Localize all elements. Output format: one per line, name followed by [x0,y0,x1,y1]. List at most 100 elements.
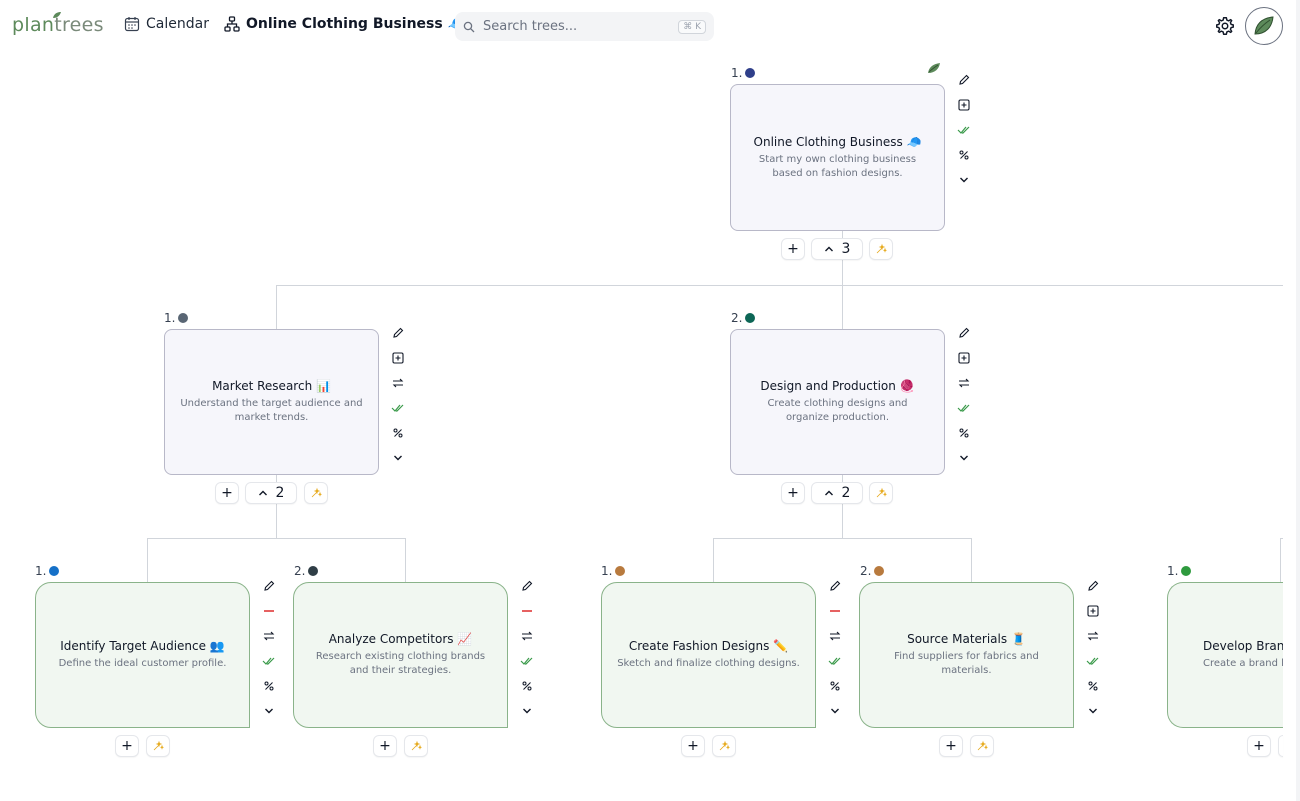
swap-icon[interactable] [957,376,971,390]
add-child-button[interactable]: + [373,735,397,757]
node-color-dot[interactable] [745,313,756,323]
swap-icon[interactable] [1086,629,1100,643]
pencil-icon[interactable] [391,326,405,340]
plus-square-icon[interactable] [1086,604,1100,618]
node-color-dot[interactable] [308,566,319,576]
add-child-button[interactable]: + [1247,735,1271,757]
swap-icon[interactable] [391,376,405,390]
add-child-button[interactable]: + [215,482,239,504]
collapse-children-button[interactable]: 2 [811,482,863,504]
child-count: 3 [841,241,851,257]
double-check-icon[interactable] [957,401,971,415]
node-toolbar-source-materials [1086,579,1100,718]
double-check-icon[interactable] [391,401,405,415]
percent-icon[interactable] [520,679,534,693]
node-toolbar-market-research [391,326,405,465]
add-child-button[interactable]: + [781,238,805,260]
chevron-down-icon[interactable] [262,704,276,718]
vertical-scrollbar[interactable] [1296,0,1300,801]
double-check-icon[interactable] [520,654,534,668]
node-toolbar-design-production [957,326,971,465]
node-card-root[interactable]: Online Clothing Business 🧢 Start my own … [730,84,945,231]
double-check-icon[interactable] [957,123,971,137]
plus-square-icon[interactable] [957,98,971,112]
pencil-icon[interactable] [1086,579,1100,593]
connector-to-fashion-designs [713,538,714,583]
node-color-dot[interactable] [49,566,60,576]
minus-icon[interactable] [262,604,276,618]
add-child-button[interactable]: + [115,735,139,757]
node-color-dot[interactable] [178,313,189,323]
collapse-children-button[interactable]: 2 [245,482,297,504]
collapse-children-button[interactable]: 3 [811,238,863,260]
double-check-icon[interactable] [262,654,276,668]
pencil-icon[interactable] [262,579,276,593]
chevron-down-icon[interactable] [957,451,971,465]
percent-icon[interactable] [391,426,405,440]
chevron-down-icon[interactable] [828,704,842,718]
double-check-icon[interactable] [828,654,842,668]
ai-suggest-button[interactable] [1278,735,1283,757]
add-child-button[interactable]: + [681,735,705,757]
percent-icon[interactable] [1086,679,1100,693]
ai-suggest-button[interactable] [146,735,170,757]
chevron-down-icon[interactable] [520,704,534,718]
leaf-icon [928,63,940,73]
pencil-icon[interactable] [957,73,971,87]
tree-selector[interactable]: Online Clothing Business 🧢 [224,16,483,32]
node-color-dot[interactable] [615,566,626,576]
ai-suggest-button[interactable] [869,482,893,504]
percent-icon[interactable] [828,679,842,693]
ai-suggest-button[interactable] [970,735,994,757]
percent-icon[interactable] [262,679,276,693]
double-check-icon[interactable] [1086,654,1100,668]
node-card-target-audience[interactable]: Identify Target Audience 👥 Define the id… [35,582,250,728]
plus-square-icon[interactable] [957,351,971,365]
minus-icon[interactable] [520,604,534,618]
settings-button[interactable] [1214,15,1236,37]
percent-icon[interactable] [957,426,971,440]
pencil-icon[interactable] [520,579,534,593]
sparkle-icon [719,740,730,751]
node-card-source-materials[interactable]: Source Materials 🧵 Find suppliers for fa… [859,582,1074,728]
pencil-icon[interactable] [957,326,971,340]
swap-icon[interactable] [828,629,842,643]
chevron-down-icon[interactable] [1086,704,1100,718]
sparkle-icon [311,487,322,498]
sparkle-icon [411,740,422,751]
add-child-button[interactable]: + [939,735,963,757]
search-input[interactable] [483,19,673,34]
chevron-down-icon[interactable] [957,173,971,187]
swap-icon[interactable] [520,629,534,643]
node-card-fashion-designs[interactable]: Create Fashion Designs ✏️ Sketch and fin… [601,582,816,728]
node-index: 1. [35,564,47,578]
node-color-dot[interactable] [1181,566,1192,576]
node-description: Start my own clothing business based on … [758,153,917,179]
ai-suggest-button[interactable] [712,735,736,757]
sparkle-icon [876,487,887,498]
swap-icon[interactable] [262,629,276,643]
node-card-market-research[interactable]: Market Research 📊 Understand the target … [164,329,379,475]
node-color-dot[interactable] [745,68,756,78]
plantrees-logo[interactable]: plantrees [12,12,104,36]
percent-icon[interactable] [957,148,971,162]
leaf-avatar-icon [1251,13,1277,39]
add-child-button[interactable]: + [781,482,805,504]
calendar-link[interactable]: Calendar [124,16,209,32]
node-card-design-production[interactable]: Design and Production 🧶 Create clothing … [730,329,945,475]
user-avatar[interactable] [1245,7,1283,45]
search-box[interactable]: ⌘ K [455,12,714,41]
node-card-competitors[interactable]: Analyze Competitors 📈 Research existing … [293,582,508,728]
ai-suggest-button[interactable] [869,238,893,260]
plus-square-icon[interactable] [391,351,405,365]
ai-suggest-button[interactable] [404,735,428,757]
ai-suggest-button[interactable] [304,482,328,504]
calendar-icon [124,17,140,32]
connector-mr-bar [147,538,406,539]
minus-icon[interactable] [828,604,842,618]
pencil-icon[interactable] [828,579,842,593]
node-color-dot[interactable] [874,566,885,576]
node-card-develop-brand[interactable]: Develop Brand Create a brand lo [1167,582,1283,728]
node-toolbar-target-audience [262,579,276,718]
chevron-down-icon[interactable] [391,451,405,465]
